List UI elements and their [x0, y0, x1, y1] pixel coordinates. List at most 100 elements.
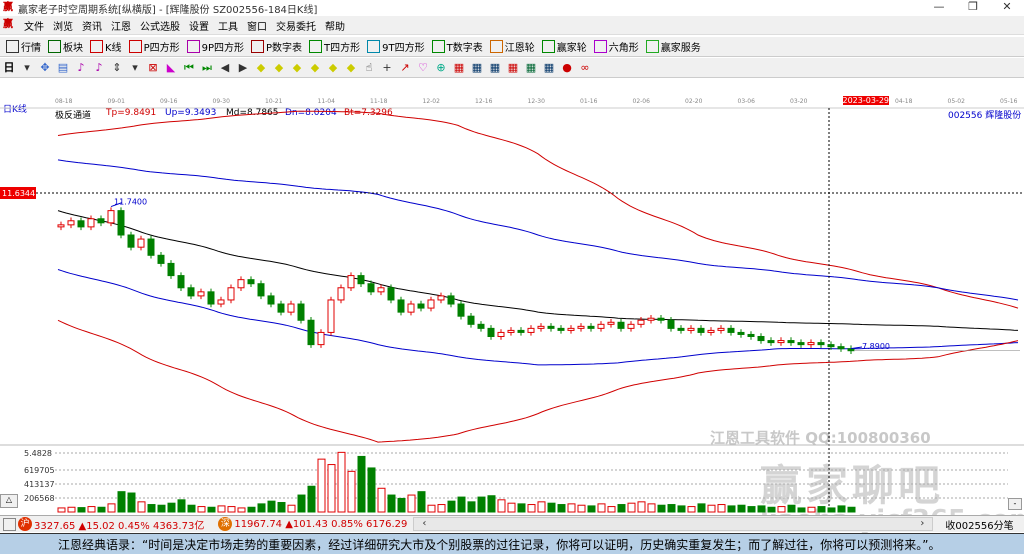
- chart-tool-1-icon[interactable]: ✥: [38, 61, 52, 75]
- volume-bar: [107, 503, 116, 513]
- chart-tool-8-icon[interactable]: ◣: [164, 61, 178, 75]
- chart-tool-14-icon[interactable]: ◆: [272, 61, 286, 75]
- toolbar-六角形[interactable]: 六角形: [593, 39, 639, 54]
- close-button[interactable]: ✕: [990, 0, 1024, 13]
- volume-bar: [667, 504, 676, 513]
- maximize-button[interactable]: ❐: [956, 0, 990, 13]
- toolbar-label: 赢家服务: [660, 43, 701, 54]
- volume-bar: [407, 494, 416, 513]
- toolbar-T四方形[interactable]: T四方形: [309, 39, 360, 54]
- candle-body: [67, 220, 75, 226]
- chart-tool-23-icon[interactable]: ⊕: [434, 61, 448, 75]
- chart-tool-22-icon[interactable]: ♡: [416, 61, 430, 75]
- toolbar-板块[interactable]: 板块: [48, 39, 83, 54]
- scroll-right-icon[interactable]: ›: [920, 518, 924, 530]
- candle-body: [427, 299, 435, 309]
- chart-tool-19-icon[interactable]: ☝: [362, 61, 376, 75]
- toolbar-T数字表[interactable]: T数字表: [431, 39, 483, 54]
- chart-tool-18-icon[interactable]: ◆: [344, 61, 358, 75]
- candle-body: [587, 325, 595, 329]
- volume-bar: [57, 507, 66, 513]
- menu-item-6[interactable]: 工具: [218, 18, 238, 33]
- candle-body: [377, 287, 385, 293]
- menu-item-8[interactable]: 交易委托: [276, 18, 316, 33]
- chart-tool-17-icon[interactable]: ◆: [326, 61, 340, 75]
- menu-item-5[interactable]: 设置: [189, 18, 209, 33]
- collapse-button[interactable]: -: [1008, 498, 1022, 510]
- toolbar-赢家服务[interactable]: 赢家服务: [645, 39, 701, 54]
- horizontal-scrollbar[interactable]: ‹ ›: [413, 517, 934, 531]
- chart-tool-27-icon[interactable]: ▦: [506, 61, 520, 75]
- toolbar-9P四方形[interactable]: 9P四方形: [186, 39, 244, 54]
- chart-tool-28-icon[interactable]: ▦: [524, 61, 538, 75]
- minimize-button[interactable]: —: [922, 0, 956, 13]
- chart-tool-3-icon[interactable]: ♪: [74, 61, 88, 75]
- chart-tool-24-icon[interactable]: ▦: [452, 61, 466, 75]
- candle-body: [247, 279, 255, 285]
- period-select[interactable]: 日: [2, 61, 16, 75]
- menu-item-7[interactable]: 窗口: [247, 18, 267, 33]
- chart-tool-25-icon[interactable]: ▦: [470, 61, 484, 75]
- expand-button[interactable]: △: [0, 494, 18, 508]
- toolbar-行情[interactable]: 行情: [6, 39, 41, 54]
- candle-body: [577, 325, 585, 329]
- menu-item-9[interactable]: 帮助: [325, 18, 345, 33]
- chart-tool-29-icon[interactable]: ▦: [542, 61, 556, 75]
- title-bar: 赢 赢家老子时空周期系统[纵横版] - [辉隆股份 SZ002556-184日K…: [0, 0, 1024, 16]
- chart-tool-13-icon[interactable]: ◆: [254, 61, 268, 75]
- toolbar-P四方形[interactable]: P四方形: [128, 39, 180, 54]
- chart-tool-0-icon[interactable]: ▾: [20, 61, 34, 75]
- chart-toolbar: 日 ▾ ✥ ▤ ♪ ♪ ⇕ ▾ ⊠ ◣ ⏮ ⏭ ◀ ▶ ◆ ◆ ◆ ◆ ◆ ◆ ☝ + ↗ ♡ ⊕ ▦ ▦ ▦ ▦ ▦ ▦ ● ∞: [0, 58, 1024, 78]
- toolbar-9T四方形[interactable]: 9T四方形: [367, 39, 425, 54]
- chart-tool-7-icon[interactable]: ⊠: [146, 61, 160, 75]
- calculator-icon[interactable]: [3, 517, 16, 531]
- chart-tool-20-icon[interactable]: +: [380, 61, 394, 75]
- candle-body: [627, 323, 635, 329]
- chart-tool-16-icon[interactable]: ◆: [308, 61, 322, 75]
- chart-tool-11-icon[interactable]: ◀: [218, 61, 232, 75]
- volume-bar: [147, 504, 156, 513]
- shenzhen-index[interactable]: 11967.74 ▲101.43 0.85% 6176.29: [234, 519, 407, 530]
- volume-bar: [587, 505, 596, 513]
- chart-tool-5-icon[interactable]: ⇕: [110, 61, 124, 75]
- toolbar-label: 9P四方形: [201, 43, 244, 54]
- chart-tool-31-icon[interactable]: ∞: [578, 61, 592, 75]
- chart-tool-4-icon[interactable]: ♪: [92, 61, 106, 75]
- menu-item-3[interactable]: 江恩: [111, 18, 131, 33]
- volume-bar: [547, 502, 556, 513]
- chart-tool-10-icon[interactable]: ⏭: [200, 61, 214, 75]
- chart-tool-30-icon[interactable]: ●: [560, 61, 574, 75]
- candle-body: [657, 317, 665, 321]
- candle-body: [687, 327, 695, 331]
- toolbar-label: P四方形: [143, 43, 180, 54]
- blocks-icon: [48, 40, 61, 53]
- chart-tool-21-icon[interactable]: ↗: [398, 61, 412, 75]
- volume-bar: [717, 504, 726, 513]
- toolbar-K线[interactable]: K线: [90, 39, 122, 54]
- candle-body: [367, 283, 375, 293]
- chart-tool-12-icon[interactable]: ▶: [236, 61, 250, 75]
- menu-item-0[interactable]: 文件: [24, 18, 44, 33]
- toolbar-江恩轮[interactable]: 江恩轮: [489, 39, 535, 54]
- volume-bar: [517, 503, 526, 513]
- tick-data-label[interactable]: 收002556分笔: [945, 517, 1013, 532]
- scroll-left-icon[interactable]: ‹: [422, 518, 426, 530]
- chart-tool-15-icon[interactable]: ◆: [290, 61, 304, 75]
- volume-bar: [347, 470, 356, 513]
- chart-tool-26-icon[interactable]: ▦: [488, 61, 502, 75]
- toolbar-P数字表[interactable]: P数字表: [251, 39, 302, 54]
- menu-item-1[interactable]: 浏览: [53, 18, 73, 33]
- toolbar-赢家轮[interactable]: 赢家轮: [541, 39, 587, 54]
- volume-bar: [557, 504, 566, 513]
- chart-tool-2-icon[interactable]: ▤: [56, 61, 70, 75]
- menu-item-4[interactable]: 公式选股: [140, 18, 180, 33]
- menu-item-2[interactable]: 资讯: [82, 18, 102, 33]
- chart-tool-9-icon[interactable]: ⏮: [182, 61, 196, 75]
- volume-bar: [597, 503, 606, 513]
- candle-body: [217, 299, 225, 305]
- chart-tool-6-icon[interactable]: ▾: [128, 61, 142, 75]
- volume-bar: [537, 501, 546, 513]
- shanghai-index[interactable]: 3327.65 ▲15.02 0.45% 4363.73亿: [34, 517, 204, 532]
- volume-bar: [67, 506, 76, 513]
- kline-chart[interactable]: 11.6344 11.7400 7.8900 5.4828 619705 413137 20…: [0, 100, 1024, 515]
